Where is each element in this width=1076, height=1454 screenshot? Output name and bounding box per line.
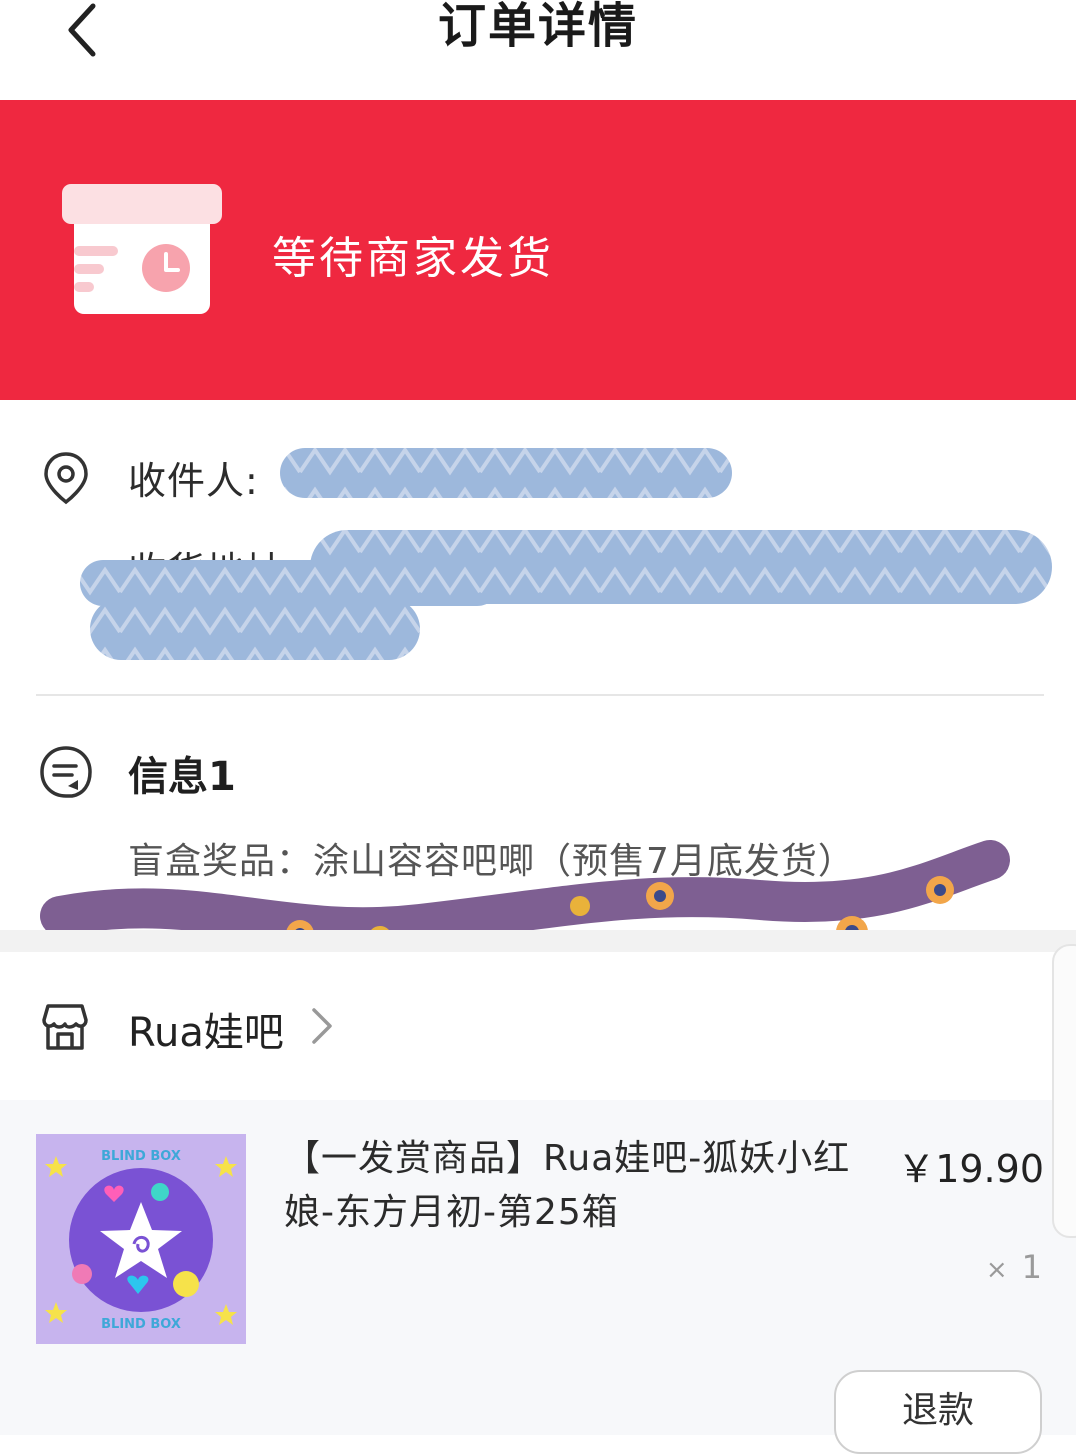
message-content: 盲盒奖品：涂山容容吧唧（预售7月底发货） — [128, 841, 855, 882]
message-title: 信息1 — [128, 754, 236, 800]
image-caption-top: BLIND BOX — [101, 1149, 181, 1164]
product-quantity: × 1 — [986, 1248, 1042, 1286]
message-icon — [40, 746, 92, 798]
chevron-right-icon — [312, 1008, 332, 1044]
message-section: 信息1 盲盒奖品：涂山容容吧唧（预售7月底发货） — [0, 696, 1076, 930]
product-price: ￥19.90 — [897, 1147, 1044, 1191]
shop-icon — [42, 1004, 88, 1050]
refund-button[interactable]: 退款 — [834, 1370, 1042, 1454]
quantity-multiplier: × — [985, 1255, 1008, 1285]
order-status-banner: 等待商家发货 — [0, 100, 1076, 400]
header-bar: 订单详情 — [0, 0, 1076, 102]
recipient-label: 收件人: — [128, 459, 259, 503]
page-title: 订单详情 — [437, 0, 638, 54]
shop-name: Rua娃吧 — [128, 1010, 284, 1056]
package-clock-icon — [62, 184, 222, 314]
image-caption-bottom: BLIND BOX — [101, 1317, 181, 1332]
product-item[interactable]: BLIND BOX BLIND BOX 【一发赏商品】Rua娃吧-狐妖小红娘-东… — [0, 1100, 1076, 1454]
edge-scroll-handle[interactable] — [1052, 944, 1076, 1238]
product-title[interactable]: 【一发赏商品】Rua娃吧-狐妖小红娘-东方月初-第25箱 — [284, 1132, 854, 1240]
order-status-text: 等待商家发货 — [272, 233, 554, 284]
quantity-value: 1 — [1021, 1248, 1042, 1286]
address-label: 收货地址: — [128, 549, 298, 593]
shipping-address-section[interactable]: 收件人: 收货地址: — [0, 400, 1076, 696]
section-gap — [0, 930, 1076, 952]
shop-link[interactable]: Rua娃吧 — [0, 952, 1076, 1100]
product-thumbnail[interactable]: BLIND BOX BLIND BOX — [36, 1134, 246, 1344]
location-pin-icon — [44, 452, 88, 505]
